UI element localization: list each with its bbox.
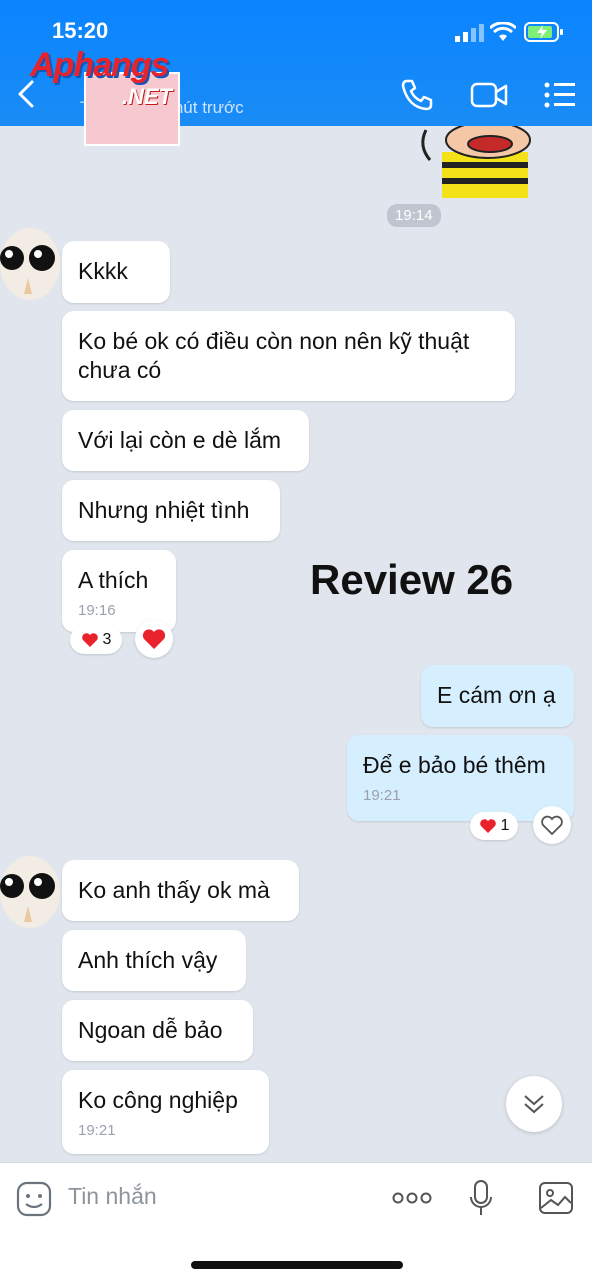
message-input[interactable]: Tin nhắn (68, 1183, 157, 1210)
battery-icon (524, 22, 563, 42)
message-time: 19:21 (78, 1122, 116, 1139)
time-divider: 19:14 (387, 204, 441, 227)
message-text: Anh thích vậy (78, 947, 218, 973)
reaction-count: 1 (500, 817, 510, 834)
message-bubble-incoming[interactable]: Với lại còn e dè lắm (62, 410, 309, 471)
image-icon[interactable] (538, 1181, 574, 1215)
composer-bar: Tin nhắn (0, 1162, 592, 1281)
message-text: Với lại còn e dè lắm (78, 427, 282, 453)
sticker-icon[interactable] (16, 1181, 52, 1217)
message-time: 19:21 (363, 787, 401, 804)
message-bubble-outgoing[interactable]: Để e bảo bé thêm 19:21 (347, 735, 574, 821)
heart-outline-icon (541, 815, 563, 836)
home-indicator (191, 1261, 403, 1269)
contact-avatar[interactable] (0, 842, 60, 930)
heart-icon (142, 629, 166, 649)
signal-icon (455, 24, 484, 42)
message-bubble-outgoing[interactable]: E cám ơn ạ (421, 665, 574, 727)
message-text: Để e bảo bé thêm (363, 752, 546, 778)
message-bubble-incoming[interactable]: Ko công nghiệp 19:21 (62, 1070, 269, 1154)
menu-icon[interactable] (544, 82, 576, 108)
watermark-brand: Aphangs (30, 46, 169, 84)
heart-icon (81, 633, 98, 647)
message-time: 19:16 (78, 602, 116, 619)
contact-avatar[interactable] (0, 214, 60, 302)
message-bubble-incoming[interactable]: Kkkk (62, 241, 170, 303)
react-button[interactable] (533, 806, 571, 844)
watermark-domain: .NET (122, 84, 173, 109)
review-overlay-label: Review 26 (310, 556, 514, 603)
message-text: Ko bé ok có điều còn non nên kỹ thuật ch… (78, 328, 470, 383)
message-text: E cám ơn ạ (437, 682, 556, 708)
heart-icon (479, 819, 496, 833)
message-text: Kkkk (78, 258, 128, 284)
message-bubble-incoming[interactable]: Nhưng nhiệt tình (62, 480, 280, 541)
status-time: 15:20 (52, 18, 109, 43)
chat-header: 15:20 Truy cập 1 phút trước Aphangs .NET (0, 0, 592, 146)
microphone-icon[interactable] (468, 1179, 494, 1219)
reaction-summary[interactable]: 3 (70, 626, 122, 654)
video-call-icon[interactable] (470, 80, 508, 110)
reaction-summary[interactable]: 1 (470, 812, 518, 840)
more-icon[interactable] (392, 1191, 432, 1205)
message-bubble-incoming[interactable]: Ko bé ok có điều còn non nên kỹ thuật ch… (62, 311, 515, 401)
react-button[interactable] (135, 620, 173, 658)
message-text: Ngoan dễ bảo (78, 1017, 223, 1043)
watermark-logo: Aphangs .NET (30, 46, 210, 146)
message-bubble-incoming[interactable]: Ngoan dễ bảo (62, 1000, 253, 1061)
phone-icon[interactable] (400, 78, 434, 112)
wifi-icon (490, 22, 516, 41)
message-text: Ko anh thấy ok mà (78, 877, 270, 903)
reaction-count: 3 (102, 631, 112, 648)
message-text: Nhưng nhiệt tình (78, 497, 250, 523)
message-text: A thích (78, 567, 149, 593)
sticker-image (421, 126, 531, 198)
message-text: Ko công nghiệp (78, 1087, 238, 1113)
message-bubble-incoming[interactable]: Anh thích vậy (62, 930, 246, 991)
chevron-down-icon (524, 1095, 544, 1114)
scroll-to-bottom-button[interactable] (506, 1076, 562, 1132)
message-bubble-incoming[interactable]: Ko anh thấy ok mà (62, 860, 299, 921)
